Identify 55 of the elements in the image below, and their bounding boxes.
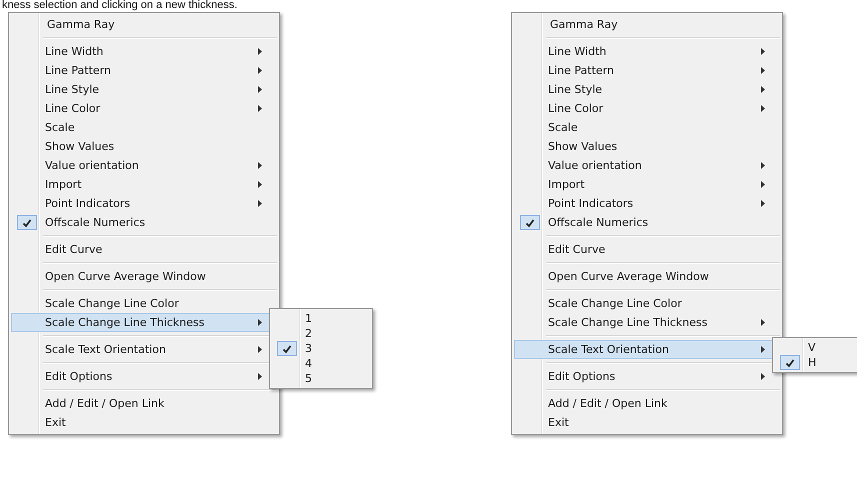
submenu-arrow-icon (258, 48, 262, 55)
submenu-arrow-icon (258, 373, 262, 380)
submenu-arrow-icon (258, 86, 262, 93)
menu-item[interactable]: Add / Edit / Open Link (11, 394, 277, 413)
menu-item[interactable]: Import (11, 175, 277, 194)
submenu-arrow-icon (761, 319, 765, 326)
submenu-arrow-icon (258, 162, 262, 169)
menu-item[interactable]: Open Curve Average Window (514, 267, 780, 286)
submenu-arrow-icon (258, 67, 262, 74)
menu-item[interactable]: Scale Change Line Thickness (514, 313, 780, 332)
submenu-arrow-icon (258, 200, 262, 207)
menu-item[interactable]: Exit (514, 413, 780, 432)
submenu-arrow-icon (761, 373, 765, 380)
submenu-arrow-icon (761, 67, 765, 74)
menu-item[interactable]: Exit (11, 413, 277, 432)
submenu-arrow-icon (258, 319, 262, 326)
menu-item[interactable]: Edit Curve (514, 240, 780, 259)
menu-item[interactable]: Add / Edit / Open Link (514, 394, 780, 413)
menu-title: Gamma Ray (549, 17, 619, 33)
menu-item[interactable]: Line Color (11, 99, 277, 118)
menu-item[interactable]: Line Width (11, 42, 277, 61)
submenu-arrow-icon (258, 105, 262, 112)
menu-item[interactable]: Point Indicators (11, 194, 277, 213)
menu-item[interactable]: Offscale Numerics (514, 213, 780, 232)
menu-item[interactable]: Scale Change Line Color (11, 294, 277, 313)
menu-title: Gamma Ray (46, 17, 116, 33)
submenu-arrow-icon (761, 346, 765, 353)
submenu-arrow-icon (761, 105, 765, 112)
menu-item[interactable]: Line Style (514, 80, 780, 99)
menu-item[interactable]: Point Indicators (514, 194, 780, 213)
menu-item[interactable]: Edit Curve (11, 240, 277, 259)
submenu-arrow-icon (761, 200, 765, 207)
submenu-arrow-icon (761, 162, 765, 169)
menu-item[interactable]: Scale (11, 118, 277, 137)
menu-item[interactable]: Show Values (514, 137, 780, 156)
menu-item[interactable]: Line Style (11, 80, 277, 99)
submenu-arrow-icon (258, 346, 262, 353)
menu-item[interactable]: Line Width (514, 42, 780, 61)
menu-item[interactable]: Scale (514, 118, 780, 137)
menu-item[interactable]: Edit Options (514, 367, 780, 386)
submenu-arrow-icon (258, 181, 262, 188)
menu-item[interactable]: Line Color (514, 99, 780, 118)
submenu-arrow-icon (761, 86, 765, 93)
menu-item[interactable]: Value orientation (514, 156, 780, 175)
menu-item[interactable]: Line Pattern (514, 61, 780, 80)
submenu-arrow-icon (761, 48, 765, 55)
menu-item[interactable]: Import (514, 175, 780, 194)
submenu-arrow-icon (761, 181, 765, 188)
caption-text: kness selection and clicking on a new thickness. (1, 0, 238, 11)
menu-item[interactable]: Line Pattern (11, 61, 277, 80)
menu-item[interactable]: Scale Change Line Color (514, 294, 780, 313)
menu-item[interactable]: Open Curve Average Window (11, 267, 277, 286)
menu-item[interactable]: Show Values (11, 137, 277, 156)
menu-item[interactable]: Value orientation (11, 156, 277, 175)
menu-item[interactable]: Offscale Numerics (11, 213, 277, 232)
